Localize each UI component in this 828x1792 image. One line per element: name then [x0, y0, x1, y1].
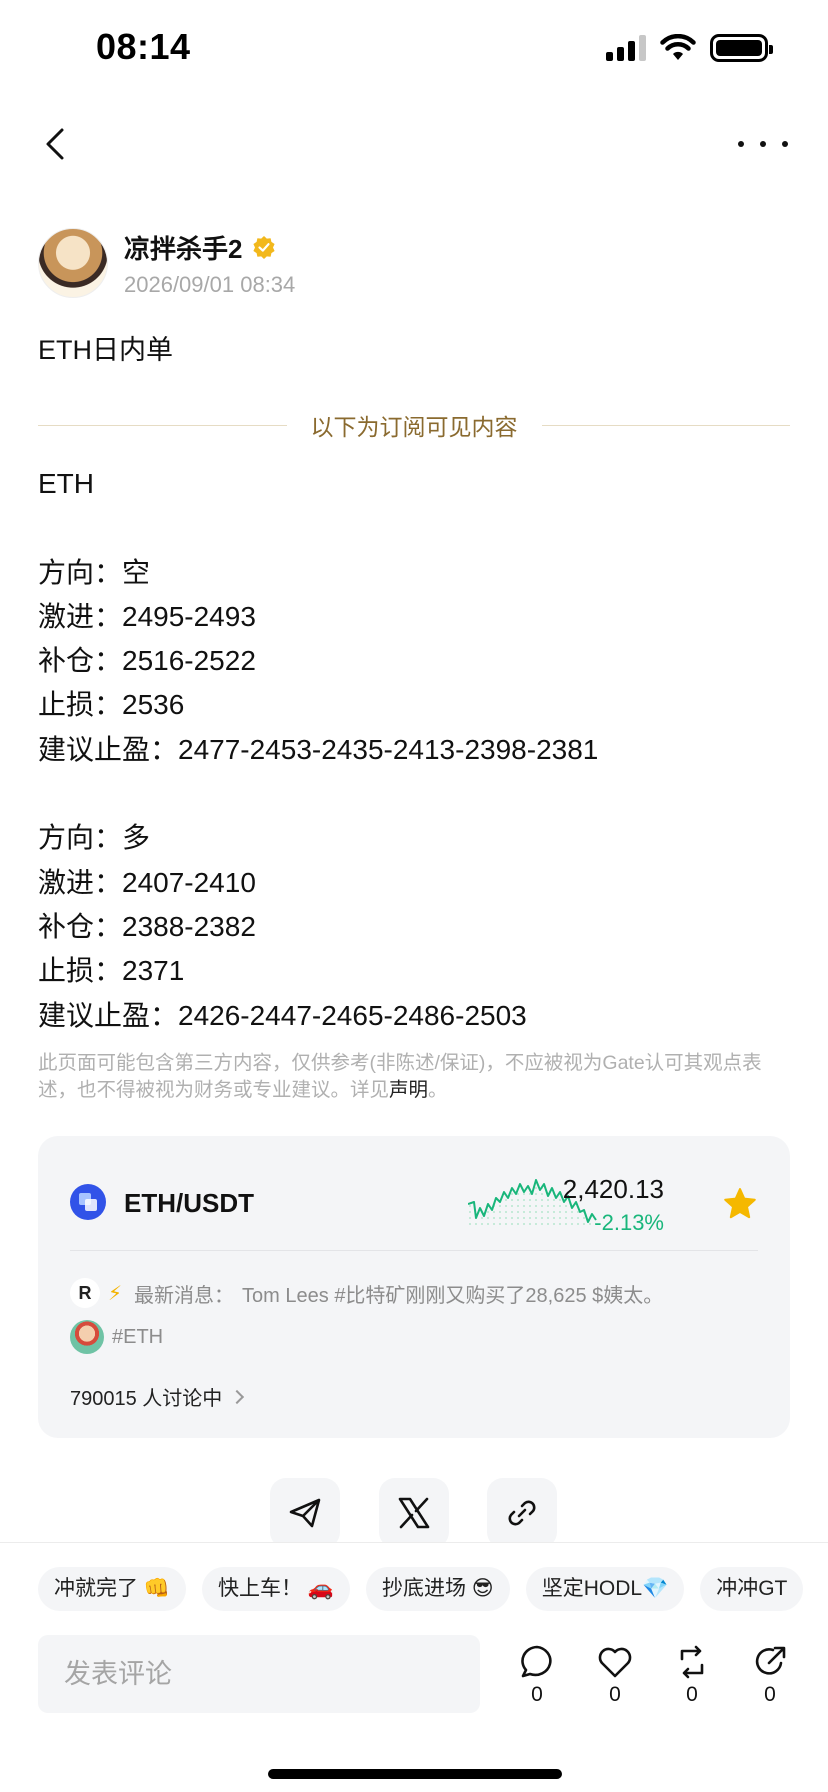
status-bar: 08:14	[0, 0, 828, 100]
quick-reply-chip[interactable]: 坚定HODL💎	[525, 1567, 685, 1611]
like-action[interactable]: 0	[590, 1643, 640, 1707]
tag-avatar	[70, 1320, 104, 1354]
disclaimer-link[interactable]: 声明	[389, 1079, 428, 1101]
comment-action[interactable]: 0	[512, 1643, 562, 1707]
verified-badge-icon	[253, 236, 276, 259]
more-dot	[760, 141, 766, 147]
battery-icon	[710, 34, 773, 62]
send-icon	[289, 1498, 321, 1528]
repost-count: 0	[686, 1683, 698, 1706]
chevron-left-icon	[46, 128, 64, 160]
content-line: 补仓：2388-2382	[38, 910, 256, 942]
heart-icon	[598, 1647, 632, 1678]
share-action[interactable]: 0	[745, 1643, 795, 1707]
cellular-signal-icon	[606, 35, 646, 61]
news-label: 最新消息：	[134, 1284, 235, 1307]
author-name-row: 凉拌杀手2	[124, 229, 295, 266]
post-title: ETH日内单	[38, 335, 173, 365]
post-time: 2026/09/01 08:34	[124, 271, 296, 297]
news-row[interactable]: R ⚡ 最新消息： Tom Lees #比特矿刚刚又购买了28,625 $姨太。	[70, 1278, 663, 1308]
wifi-icon	[660, 34, 696, 60]
quick-reply-chips: 冲就完了 👊 快上车！ 🚗 抄底进场 😎 坚定HODL💎 冲冲GT	[38, 1567, 828, 1611]
status-time: 08:14	[96, 26, 191, 67]
status-icons	[606, 34, 773, 62]
disclaimer-end: 。	[428, 1079, 448, 1101]
content-line: 激进：2495-2493	[38, 600, 256, 632]
share-icon	[755, 1646, 786, 1675]
news-text: Tom Lees #比特矿刚刚又购买了28,625 $姨太。	[242, 1284, 664, 1307]
divider-line	[541, 424, 790, 426]
divider-label: 以下为订阅可见内容	[310, 414, 518, 440]
author-header: 凉拌杀手2 2026/09/01 08:34	[38, 228, 295, 298]
disclaimer: 此页面可能包含第三方内容，仅供参考(非陈述/保证)，不应被视为Gate认可其观点…	[38, 1050, 792, 1104]
share-count: 0	[764, 1683, 776, 1706]
content-line: 止损：2536	[38, 689, 185, 721]
content-line: 止损：2371	[38, 955, 185, 987]
hashtag: #ETH	[112, 1325, 164, 1348]
post-content: ETH 方向：空激进：2495-2493 补仓：2516-2522 止损：2536 建议…	[38, 462, 598, 1038]
more-dots-icon	[738, 141, 744, 147]
quick-reply-chip[interactable]: 冲就完了 👊	[38, 1567, 186, 1611]
coin-row[interactable]: ETH/USDT 2,420.13 -2.13%	[70, 1174, 758, 1235]
tag-row[interactable]: #ETH	[70, 1320, 163, 1354]
trading-pair: ETH/USDT	[124, 1188, 254, 1218]
repost-action[interactable]: 0	[667, 1643, 717, 1707]
content-line: ETH	[38, 468, 94, 499]
link-icon	[508, 1500, 536, 1526]
content-line: 方向：多	[38, 822, 151, 854]
bottom-bar: 冲就完了 👊 快上车！ 🚗 抄底进场 😎 坚定HODL💎 冲冲GT 发表评论 0 0 0…	[0, 1542, 828, 1792]
like-count: 0	[609, 1683, 621, 1706]
content-line: 补仓：2516-2522	[38, 645, 256, 677]
author-name[interactable]: 凉拌杀手2	[124, 229, 242, 266]
more-dot	[782, 141, 788, 147]
content-line: 方向：空	[38, 556, 151, 588]
x-logo-icon	[398, 1497, 430, 1529]
discussion-count: 790015 人讨论中	[70, 1388, 223, 1410]
subscriber-divider: 以下为订阅可见内容	[38, 408, 790, 442]
home-indicator	[268, 1769, 562, 1779]
comment-input[interactable]: 发表评论	[38, 1635, 480, 1713]
quick-reply-chip[interactable]: 冲冲GT	[700, 1567, 804, 1611]
content-line: 建议止盈：2477-2453-2435-2413-2398-2381	[38, 733, 599, 765]
avatar[interactable]	[38, 228, 108, 298]
more-button[interactable]	[738, 124, 788, 164]
author-info: 凉拌杀手2 2026/09/01 08:34	[124, 229, 295, 298]
price: 2,420.13	[562, 1174, 664, 1204]
quick-reply-chip[interactable]: 抄底进场 😎	[365, 1567, 510, 1611]
gate-coin-icon	[70, 1184, 106, 1220]
quick-reply-chip[interactable]: 快上车！ 🚗	[201, 1567, 350, 1611]
share-telegram-button[interactable]	[270, 1478, 340, 1548]
content-line: 激进：2407-2410	[38, 866, 256, 898]
discussion-link[interactable]: 790015 人讨论中	[70, 1382, 245, 1411]
divider-line	[38, 424, 287, 426]
lightning-icon: ⚡	[108, 1282, 123, 1305]
favorite-star-icon[interactable]	[722, 1186, 758, 1222]
comment-icon	[521, 1645, 552, 1678]
card-separator	[70, 1250, 758, 1251]
content-line: 建议止盈：2426-2447-2465-2486-2503	[38, 999, 527, 1031]
back-button[interactable]	[36, 124, 76, 164]
comment-count: 0	[531, 1683, 543, 1706]
copy-link-button[interactable]	[487, 1478, 557, 1548]
news-source-logo: R	[70, 1278, 100, 1308]
chevron-right-icon	[230, 1389, 245, 1404]
repost-icon	[680, 1645, 704, 1679]
share-x-button[interactable]	[379, 1478, 449, 1548]
market-card[interactable]: ETH/USDT 2,420.13 -2.13% R ⚡ 最新消息： Tom L…	[38, 1136, 790, 1438]
price-change: -2.13%	[594, 1210, 664, 1235]
